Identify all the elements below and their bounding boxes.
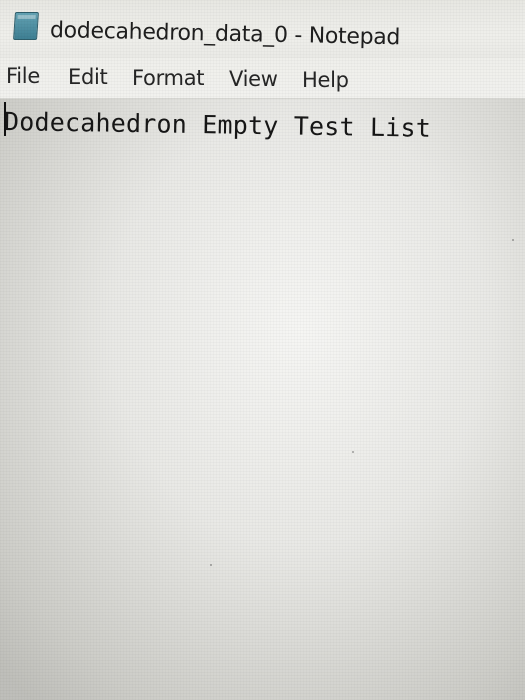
menu-view[interactable]: View — [229, 67, 278, 91]
document-text-line: Dodecahedron Empty Test List — [3, 107, 432, 143]
notepad-window: dodecahedron_data_0 - Notepad File Edit … — [0, 0, 525, 700]
menu-bar: File Edit Format View Help — [0, 58, 525, 99]
title-bar[interactable]: dodecahedron_data_0 - Notepad — [0, 0, 525, 58]
window-title: dodecahedron_data_0 - Notepad — [49, 18, 401, 51]
menu-help[interactable]: Help — [302, 68, 349, 92]
menu-edit[interactable]: Edit — [68, 65, 108, 89]
screen-speck — [210, 564, 212, 566]
screen-speck — [352, 451, 354, 453]
text-editor-area[interactable]: Dodecahedron Empty Test List — [0, 99, 525, 700]
notepad-icon[interactable] — [13, 12, 39, 40]
menu-file[interactable]: File — [6, 64, 40, 88]
screen-speck — [512, 239, 514, 241]
menu-format[interactable]: Format — [132, 66, 205, 90]
